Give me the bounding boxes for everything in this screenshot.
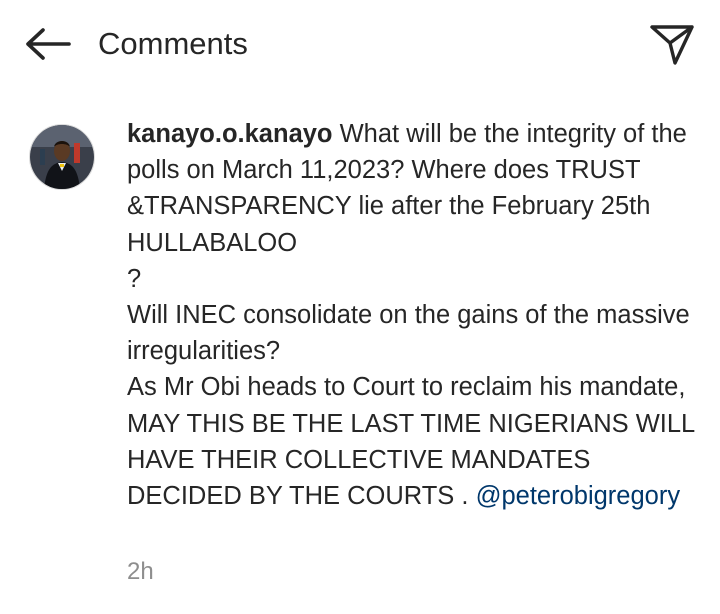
page-title: Comments	[98, 26, 248, 61]
comment-timestamp: 2h	[127, 558, 154, 585]
comment-message: What will be the integrity of the polls …	[127, 120, 695, 511]
back-button[interactable]	[20, 24, 74, 64]
comment-username[interactable]: kanayo.o.kanayo	[127, 120, 333, 148]
header-bar: Comments	[0, 0, 720, 90]
paper-plane-icon	[650, 25, 694, 65]
comment-item: kanayo.o.kanayo What will be the integri…	[0, 110, 720, 614]
comment-text: kanayo.o.kanayo What will be the integri…	[127, 116, 707, 514]
user-avatar[interactable]	[29, 124, 95, 190]
share-button[interactable]	[646, 20, 698, 68]
avatar-image	[30, 125, 94, 189]
mention-link[interactable]: @peterobigregory	[476, 482, 681, 510]
arrow-left-icon	[26, 28, 71, 60]
